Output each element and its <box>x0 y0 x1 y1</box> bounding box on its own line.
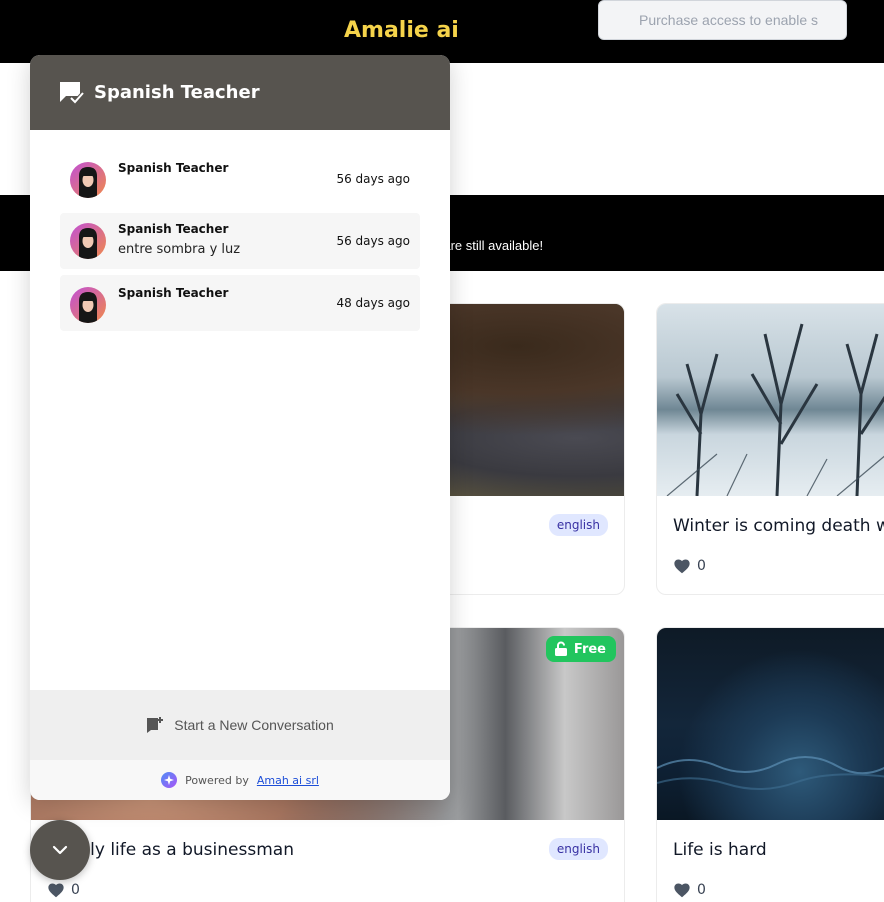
avatar <box>70 162 106 198</box>
story-card[interactable]: Life is hard 0 <box>656 627 884 902</box>
new-conversation-button[interactable]: Start a New Conversation <box>30 690 450 760</box>
conversation-name: Spanish Teacher <box>118 222 229 236</box>
avatar-image <box>70 162 106 198</box>
story-card[interactable]: Winter is coming death wi 0 <box>656 303 884 595</box>
avatar <box>70 223 106 259</box>
avatar-image <box>70 287 106 323</box>
heart-icon[interactable] <box>673 558 691 574</box>
conversation-item[interactable]: Spanish Teacher 48 days ago <box>60 275 420 331</box>
likes-count: 0 <box>71 882 80 898</box>
unlock-icon <box>554 641 567 656</box>
brand-title[interactable]: Amalie ai <box>344 18 459 43</box>
chat-plus-icon <box>147 717 164 733</box>
free-badge-label: Free <box>573 641 606 657</box>
winter-trees-illustration <box>666 323 884 496</box>
top-bar: Amalie ai Purchase access to enable s <box>0 0 884 63</box>
search-input[interactable]: Purchase access to enable s <box>598 0 847 40</box>
conversation-time: 56 days ago <box>336 234 410 248</box>
chevron-down-icon <box>52 845 68 855</box>
story-title[interactable]: Winter is coming death wi <box>673 516 884 536</box>
conversation-time: 56 days ago <box>336 172 410 186</box>
conversation-time: 48 days ago <box>336 296 410 310</box>
story-thumbnail[interactable] <box>657 628 884 820</box>
avatar <box>70 287 106 323</box>
likes-counter[interactable]: 0 <box>673 882 706 898</box>
likes-counter[interactable]: 0 <box>47 882 80 898</box>
story-title[interactable]: aily life as a businessman <box>75 840 294 860</box>
conversation-name: Spanish Teacher <box>118 286 229 300</box>
likes-count: 0 <box>697 882 706 898</box>
chat-title: Spanish Teacher <box>94 82 260 103</box>
powered-by-label: Powered by <box>185 773 249 787</box>
conversation-item[interactable]: Spanish Teacher entre sombra y luz 56 da… <box>60 213 420 269</box>
powered-by-link[interactable]: Amah ai srl <box>257 774 319 787</box>
chat-check-icon <box>60 81 84 105</box>
avatar-image <box>70 223 106 259</box>
language-tag: english <box>548 838 608 860</box>
chat-footer: Powered by Amah ai srl <box>30 760 450 800</box>
conversation-preview: entre sombra y luz <box>118 242 241 257</box>
amah-logo-icon <box>161 772 178 788</box>
new-conversation-label: Start a New Conversation <box>174 717 334 733</box>
story-thumbnail[interactable] <box>657 304 884 496</box>
likes-count: 0 <box>697 558 706 574</box>
banner-text: gs are still available! <box>426 238 544 253</box>
likes-counter[interactable]: 0 <box>673 558 706 574</box>
language-tag: english <box>548 514 608 536</box>
chat-header: Spanish Teacher <box>30 55 450 130</box>
heart-icon[interactable] <box>673 882 691 898</box>
chat-widget: Spanish Teacher Spanish Teacher 56 days … <box>30 55 450 800</box>
story-title[interactable]: Life is hard <box>673 840 767 860</box>
heart-icon[interactable] <box>47 882 65 898</box>
conversation-name: Spanish Teacher <box>118 161 229 175</box>
ocean-waves-illustration <box>657 755 884 791</box>
chat-toggle-button[interactable] <box>30 820 90 880</box>
conversation-item[interactable]: Spanish Teacher 56 days ago <box>60 150 420 206</box>
free-badge: Free <box>545 636 616 662</box>
